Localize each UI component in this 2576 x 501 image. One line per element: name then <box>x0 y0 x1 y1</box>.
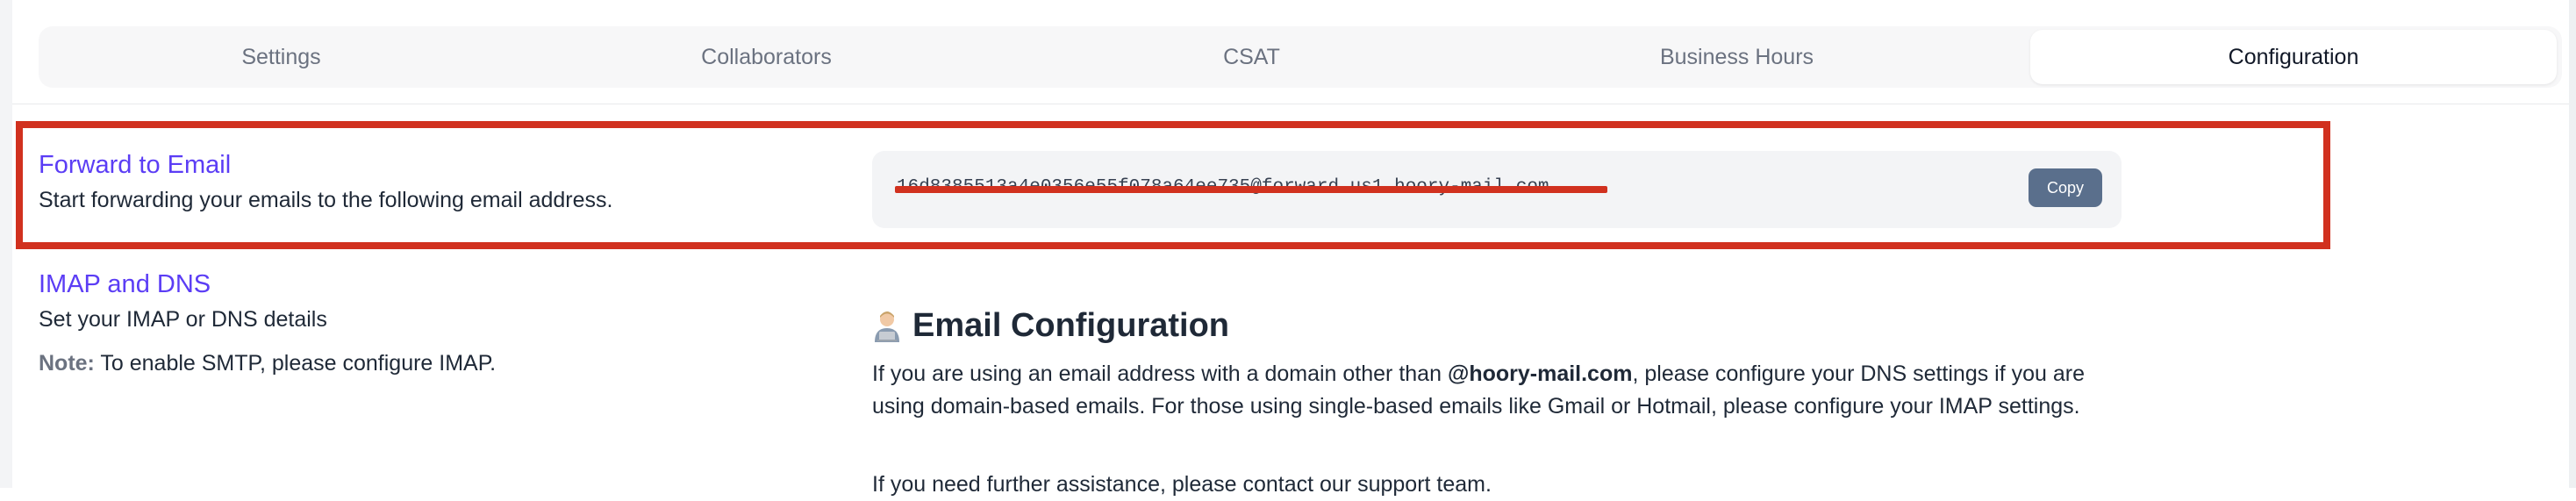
person-technologist-icon <box>875 311 899 342</box>
tab-csat[interactable]: CSAT <box>1009 26 1494 88</box>
support-paragraph: If you need further assistance, please c… <box>872 472 1492 497</box>
email-configuration-paragraph: If you are using an email address with a… <box>872 358 2136 423</box>
scrollbar[interactable] <box>2569 0 2576 488</box>
email-configuration-heading: Email Configuration <box>872 307 1229 345</box>
tab-business-hours[interactable]: Business Hours <box>1494 26 1979 88</box>
tab-settings[interactable]: Settings <box>39 26 524 88</box>
email-configuration-title: Email Configuration <box>912 307 1229 344</box>
tab-collaborators[interactable]: Collaborators <box>524 26 1009 88</box>
note-text: To enable SMTP, please configure IMAP. <box>94 351 497 376</box>
imap-dns-description: Set your IMAP or DNS details <box>39 307 327 332</box>
tab-configuration[interactable]: Configuration <box>2030 30 2557 84</box>
highlight-box <box>16 121 2330 249</box>
paragraph-text: If you are using an email address with a… <box>872 361 1448 386</box>
left-gutter <box>0 0 12 488</box>
domain-text: @hoory-mail.com <box>1447 361 1633 386</box>
tab-bar: Settings Collaborators CSAT Business Hou… <box>39 26 2562 88</box>
note-label: Note: <box>39 351 95 376</box>
imap-dns-title: IMAP and DNS <box>39 270 211 298</box>
smtp-note: Note: To enable SMTP, please configure I… <box>39 351 496 376</box>
